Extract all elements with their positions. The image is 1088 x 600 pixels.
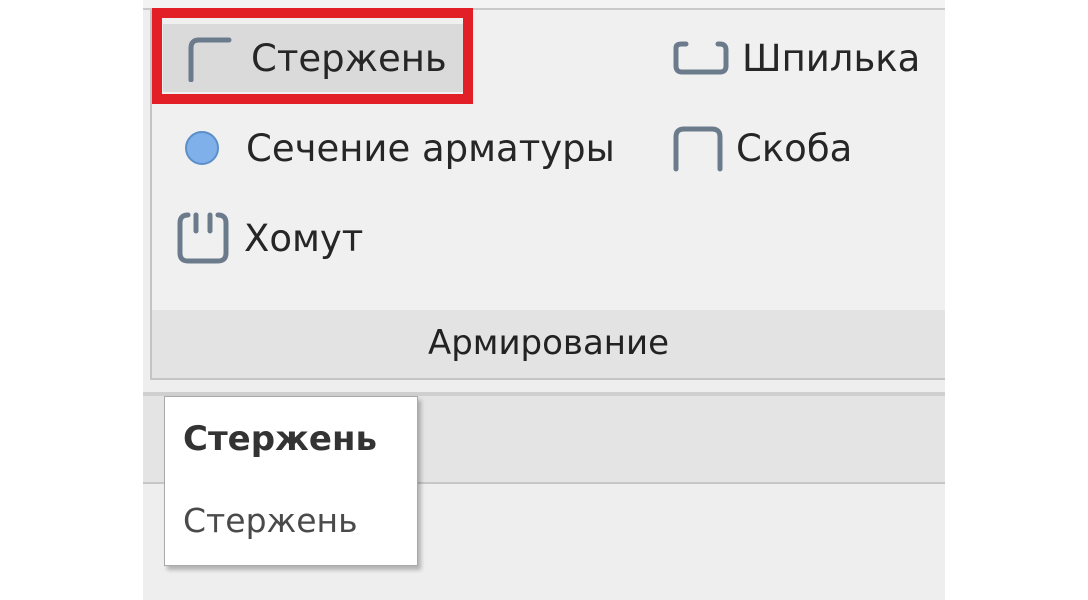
screenshot-stage: Стержень Шпилька Сечение арматуры Скоба … [0, 0, 1088, 600]
hairpin-icon [670, 38, 732, 78]
hairpin-tool-button[interactable]: Шпилька [670, 26, 920, 90]
reinforcement-panel: Стержень Шпилька Сечение арматуры Скоба … [150, 10, 945, 380]
stirrup-tool-label: Хомут [244, 216, 364, 260]
rebar-rod-icon [185, 34, 233, 83]
ribbon-top-strip [143, 0, 945, 8]
rebar-section-tool-button[interactable]: Сечение арматуры [182, 116, 615, 180]
stirrup-icon [174, 209, 232, 267]
hairpin-tool-label: Шпилька [742, 36, 921, 80]
bracket-tool-button[interactable]: Скоба [670, 116, 852, 180]
tooltip-title: Стержень [183, 419, 377, 459]
tooltip: Стержень Стержень [164, 396, 418, 566]
bracket-icon [670, 123, 726, 173]
panel-title: Армирование [152, 310, 945, 378]
tooltip-description: Стержень [183, 501, 358, 540]
bracket-tool-label: Скоба [736, 126, 853, 170]
stirrup-tool-button[interactable]: Хомут [174, 206, 363, 270]
rod-tool-label: Стержень [251, 36, 447, 80]
rebar-section-tool-label: Сечение арматуры [246, 126, 615, 170]
rebar-section-circle-icon [182, 128, 222, 168]
rod-tool-button[interactable]: Стержень [163, 24, 466, 92]
